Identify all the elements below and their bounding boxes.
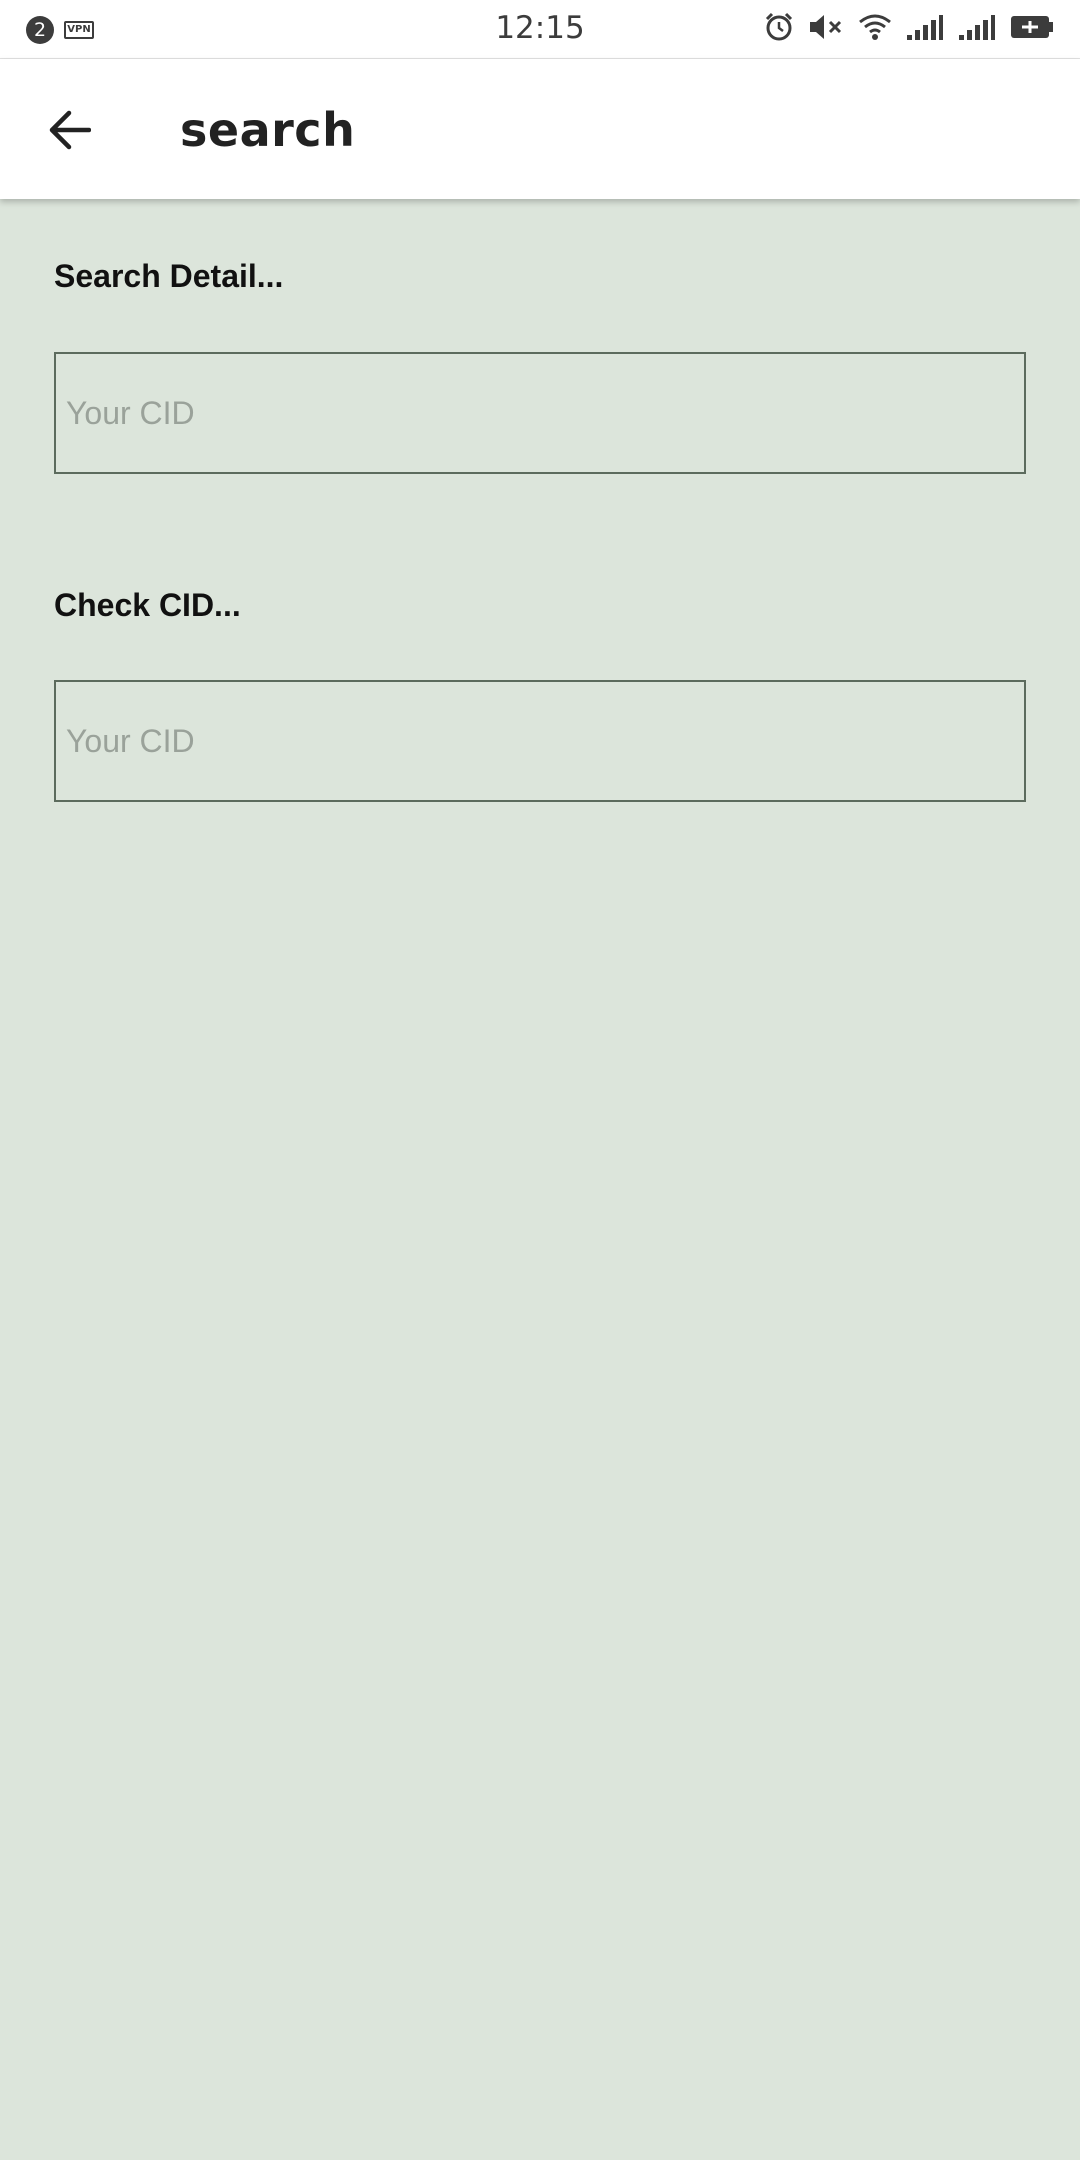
back-button[interactable] (40, 101, 98, 159)
check-cid-label: Check CID... (54, 587, 241, 623)
search-cid-input[interactable] (54, 352, 1026, 474)
status-bar-right (764, 12, 1054, 42)
search-detail-label: Search Detail... (54, 258, 284, 294)
app-bar: search (0, 59, 1080, 199)
signal-1-icon (907, 15, 943, 40)
mute-icon (810, 15, 842, 39)
signal-2-icon (959, 15, 995, 40)
check-cid-input[interactable] (54, 680, 1026, 802)
page-title: search (180, 103, 356, 157)
arrow-back-icon (49, 110, 91, 150)
status-bar: 2 VPN 12:15 (0, 0, 1080, 59)
alarm-icon (765, 12, 793, 41)
wifi-icon (859, 14, 891, 40)
battery-charging-icon (1011, 16, 1053, 38)
